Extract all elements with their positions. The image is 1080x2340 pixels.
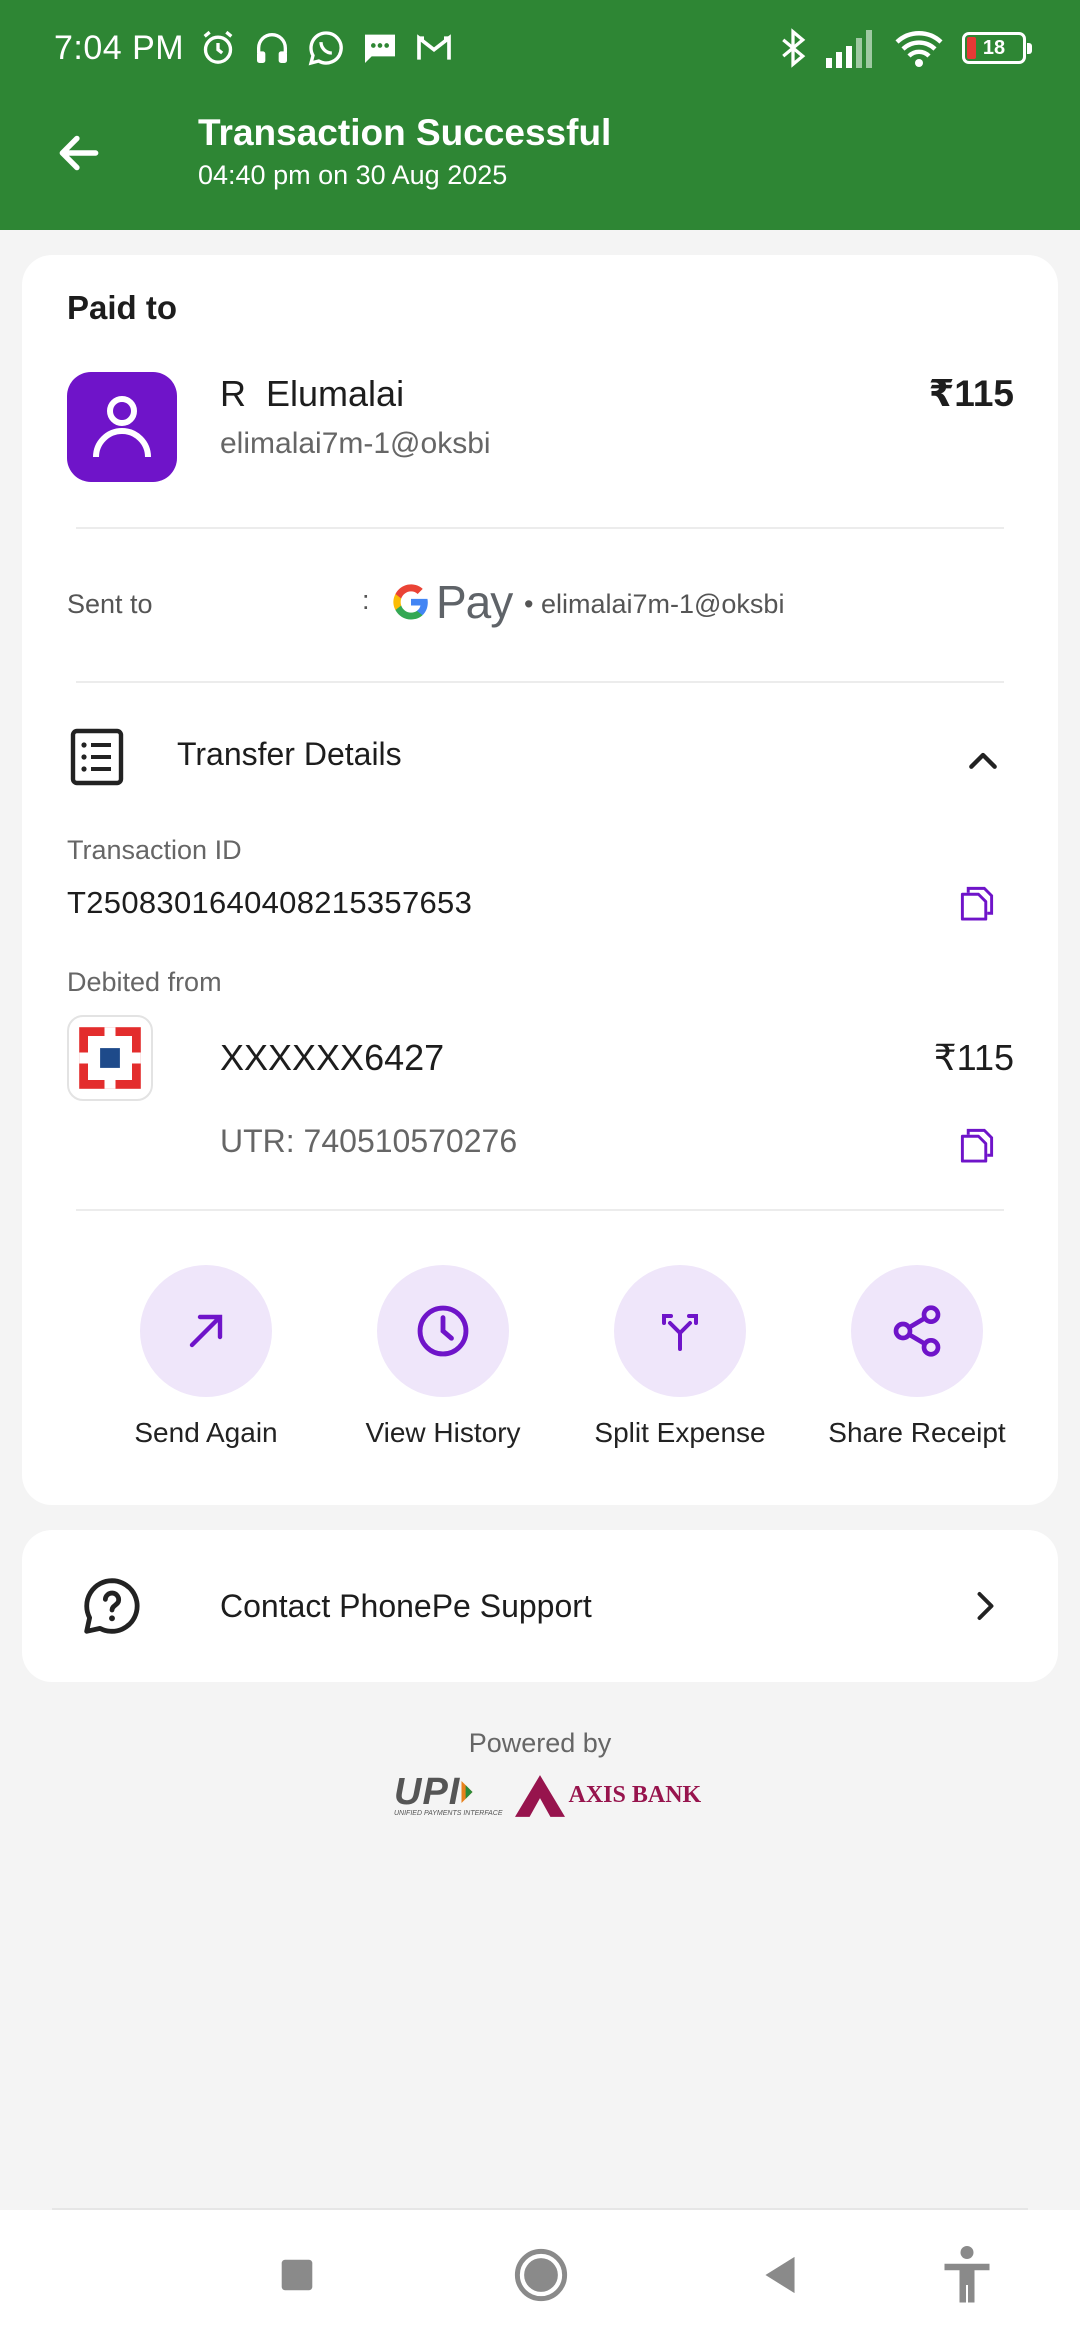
accessibility-icon <box>944 2246 990 2303</box>
copy-icon <box>960 1128 994 1163</box>
quick-actions: Send Again View History Split Expense Sh… <box>22 1265 1058 1465</box>
back-arrow-icon <box>59 135 99 171</box>
transaction-timestamp: 04:40 pm on 30 Aug 2025 <box>198 160 508 190</box>
status-time: 7:04 PM <box>54 28 185 67</box>
paid-to-label: Paid to <box>67 289 178 326</box>
payee-upi-id: elimalai7m-1@oksbi <box>220 427 491 460</box>
action-label: Share Receipt <box>828 1417 1006 1448</box>
google-g-icon <box>393 584 428 620</box>
sent-to-upi: • elimalai7m-1@oksbi <box>524 589 785 619</box>
action-circle <box>140 1265 272 1397</box>
back-button[interactable] <box>44 118 114 188</box>
share-icon <box>893 1305 941 1357</box>
payee-amount: ₹115 <box>928 373 1014 414</box>
divider <box>76 527 1004 529</box>
google-pay-text: Pay <box>436 576 513 628</box>
status-left-icons <box>198 28 454 68</box>
wifi-icon <box>895 31 943 67</box>
action-circle <box>851 1265 983 1397</box>
receipt-list-icon <box>70 728 124 786</box>
axis-bank-logo: AXIS BANK <box>514 1774 702 1817</box>
accessibility-button[interactable] <box>932 2240 1002 2310</box>
sent-to-separator: : <box>362 585 370 615</box>
transaction-id-label: Transaction ID <box>67 835 242 865</box>
action-label: Send Again <box>134 1417 278 1448</box>
axis-bank-text: AXIS BANK <box>568 1782 702 1808</box>
action-label: View History <box>365 1417 521 1448</box>
avatar <box>67 372 177 482</box>
chevron-up-icon <box>969 752 997 769</box>
upi-logo: UPI UNIFIED PAYMENTS INTERFACE <box>394 1771 503 1817</box>
action-label: Split Expense <box>594 1417 766 1448</box>
utr-number: UTR: 740510570276 <box>220 1123 518 1159</box>
home-button[interactable] <box>506 2240 576 2310</box>
triangle-back-icon <box>765 2256 795 2294</box>
contact-support-label: Contact PhonePe Support <box>220 1588 592 1624</box>
signal-icon <box>826 30 872 68</box>
account-number: XXXXXX6427 <box>220 1037 445 1078</box>
bank-logo-icon <box>79 1027 141 1089</box>
battery-level: 18 <box>982 36 1006 59</box>
contact-support-row[interactable]: Contact PhonePe Support <box>22 1530 1058 1682</box>
square-icon <box>281 2259 313 2291</box>
copy-transaction-id-button[interactable] <box>952 878 1002 928</box>
transaction-card: Paid to R Elumalai elimalai7m-1@oksbi ₹1… <box>22 255 1058 1505</box>
help-circle-icon <box>84 1578 140 1634</box>
recent-apps-button[interactable] <box>262 2240 332 2310</box>
send-again-button[interactable]: Send Again <box>91 1265 321 1449</box>
collapse-transfer-details-button[interactable] <box>958 735 1008 785</box>
action-circle <box>614 1265 746 1397</box>
payee-name: R Elumalai <box>220 373 405 414</box>
share-receipt-button[interactable]: Share Receipt <box>802 1265 1032 1449</box>
divider <box>76 681 1004 683</box>
powered-by-label: Powered by <box>468 1728 612 1758</box>
back-nav-button[interactable] <box>745 2240 815 2310</box>
transfer-details-title: Transfer Details <box>177 736 402 772</box>
view-history-button[interactable]: View History <box>328 1265 558 1449</box>
upi-arrow-icon <box>461 1781 473 1803</box>
headphones-icon <box>257 33 288 63</box>
partner-logos: UPI UNIFIED PAYMENTS INTERFACE AXIS BANK <box>394 1771 702 1817</box>
google-pay-logo: Pay <box>390 575 513 629</box>
status-right-icons: 18 <box>780 28 1032 68</box>
upi-logo-text: UPI <box>394 1771 461 1813</box>
gmail-icon <box>417 34 451 60</box>
transaction-id-value: T2508301640408215357653 <box>67 885 473 920</box>
action-circle <box>377 1265 509 1397</box>
alarm-icon <box>203 30 233 64</box>
clock-icon <box>417 1305 469 1357</box>
arrow-up-right-icon <box>189 1314 223 1348</box>
divider <box>76 1209 1004 1211</box>
chevron-right-icon <box>960 1582 1008 1630</box>
debited-from-label: Debited from <box>67 967 222 997</box>
user-icon <box>93 396 151 458</box>
home-circle-icon <box>514 2248 568 2302</box>
upi-logo-subtext: UNIFIED PAYMENTS INTERFACE <box>394 1810 503 1817</box>
page-title: Transaction Successful <box>198 112 612 153</box>
axis-bank-icon <box>514 1774 565 1817</box>
status-bar: 7:04 PM 18 <box>0 0 1080 96</box>
debited-amount: ₹115 <box>933 1037 1014 1078</box>
copy-utr-button[interactable] <box>952 1120 1002 1170</box>
sent-to-label: Sent to <box>67 589 153 619</box>
message-icon <box>365 34 396 63</box>
system-nav-bar <box>0 2210 1080 2340</box>
split-icon <box>662 1314 698 1351</box>
battery-icon: 18 <box>962 32 1032 64</box>
header: 7:04 PM 18 Transaction Successful 04:40 … <box>0 0 1080 230</box>
split-expense-button[interactable]: Split Expense <box>565 1265 795 1449</box>
whatsapp-icon <box>308 31 343 66</box>
bluetooth-icon <box>782 28 806 68</box>
copy-icon <box>960 886 994 921</box>
hdfc-bank-logo <box>67 1015 153 1101</box>
